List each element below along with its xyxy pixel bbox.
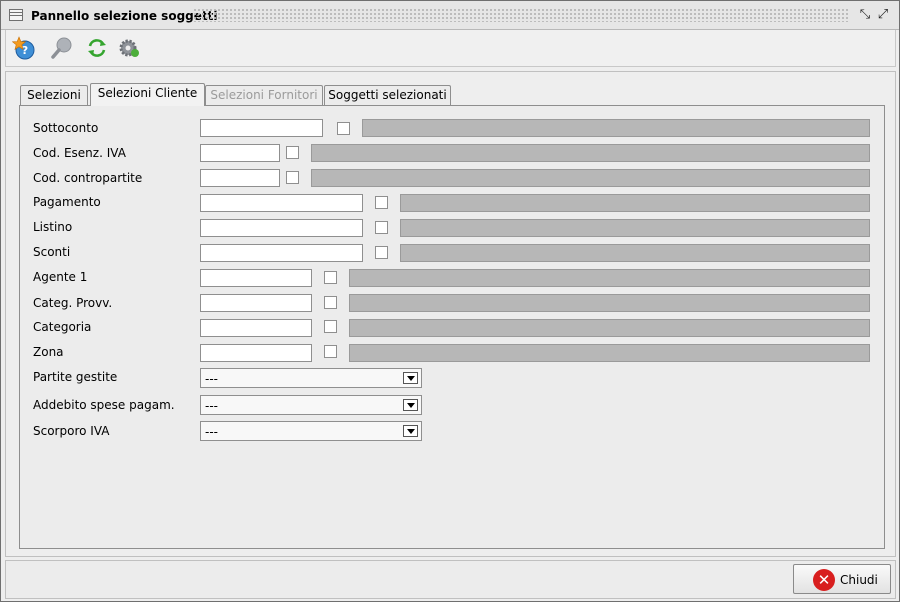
footer-bar: ✕ Chiudi — [5, 560, 896, 599]
main-area: Selezioni Selezioni Cliente Selezioni Fo… — [5, 71, 896, 557]
pagamento-label: Pagamento — [33, 195, 101, 209]
sottoconto-checkbox[interactable] — [337, 122, 350, 135]
categoria-description — [349, 319, 870, 337]
scorporo-iva-select[interactable]: --- — [200, 421, 422, 441]
sconti-checkbox[interactable] — [375, 246, 388, 259]
close-button-label: Chiudi — [840, 573, 878, 587]
pagamento-input[interactable] — [200, 194, 363, 212]
sottoconto-description — [362, 119, 870, 137]
tab-soggetti-selezionati[interactable]: Soggetti selezionati — [324, 85, 451, 105]
main-window: Pannello selezione soggetti ⤡ ⤢ ? Selezi… — [0, 0, 900, 602]
sottoconto-label: Sottoconto — [33, 121, 99, 135]
chevron-down-icon[interactable] — [403, 399, 418, 411]
toolbar: ? — [5, 30, 896, 67]
sconti-input[interactable] — [200, 244, 363, 262]
addebito-spese-pagam-label: Addebito spese pagam. — [33, 398, 175, 412]
agente-1-label: Agente 1 — [33, 270, 88, 284]
sottoconto-input[interactable] — [200, 119, 323, 137]
zona-input[interactable] — [200, 344, 312, 362]
chevron-down-icon[interactable] — [403, 425, 418, 437]
window-icon — [9, 9, 23, 21]
listino-checkbox[interactable] — [375, 221, 388, 234]
scorporo-iva-label: Scorporo IVA — [33, 424, 110, 438]
partite-gestite-label: Partite gestite — [33, 370, 118, 384]
addebito-spese-pagam-select[interactable]: --- — [200, 395, 422, 415]
cod-contropartite-input[interactable] — [200, 169, 280, 187]
categoria-input[interactable] — [200, 319, 312, 337]
cod-contropartite-description — [311, 169, 870, 187]
categ-provv-input[interactable] — [200, 294, 312, 312]
title-bar[interactable]: Pannello selezione soggetti ⤡ ⤢ — [1, 1, 899, 30]
categ-provv-description — [349, 294, 870, 312]
help-star-icon[interactable]: ? — [12, 36, 36, 60]
svg-text:?: ? — [22, 44, 28, 57]
maximize-icon[interactable]: ⤢ — [876, 8, 890, 22]
categoria-checkbox[interactable] — [324, 320, 337, 333]
sconti-description — [400, 244, 870, 262]
close-button[interactable]: ✕ Chiudi — [793, 564, 891, 594]
chevron-down-icon[interactable] — [403, 372, 418, 384]
cod-contropartite-checkbox[interactable] — [286, 171, 299, 184]
partite-gestite-select[interactable]: --- — [200, 368, 422, 388]
listino-label: Listino — [33, 220, 73, 234]
agente-1-checkbox[interactable] — [324, 271, 337, 284]
cod-esenz-iva-description — [311, 144, 870, 162]
cod-esenz-iva-input[interactable] — [200, 144, 280, 162]
agente-1-description — [349, 269, 870, 287]
listino-description — [400, 219, 870, 237]
search-icon[interactable] — [50, 36, 74, 60]
tab-selezioni-cliente[interactable]: Selezioni Cliente — [90, 83, 205, 106]
pagamento-description — [400, 194, 870, 212]
tab-selezioni[interactable]: Selezioni — [20, 85, 88, 105]
refresh-icon[interactable] — [85, 36, 109, 60]
zona-description — [349, 344, 870, 362]
cod-esenz-iva-checkbox[interactable] — [286, 146, 299, 159]
close-icon: ✕ — [813, 569, 835, 591]
categ-provv-label: Categ. Provv. — [33, 296, 113, 310]
settings-gear-icon[interactable] — [117, 36, 141, 60]
tab-selezioni-fornitori: Selezioni Fornitori — [205, 85, 323, 105]
window-title: Pannello selezione soggetti — [31, 9, 218, 23]
restore-icon[interactable]: ⤡ — [858, 8, 872, 22]
title-bar-grip — [193, 8, 849, 22]
categoria-label: Categoria — [33, 320, 92, 334]
selezioni-cliente-panel: Sottoconto Cod. Esenz. IVA Cod. contropa… — [19, 105, 885, 549]
pagamento-checkbox[interactable] — [375, 196, 388, 209]
listino-input[interactable] — [200, 219, 363, 237]
sconti-label: Sconti — [33, 245, 71, 259]
cod-esenz-iva-label: Cod. Esenz. IVA — [33, 146, 126, 160]
zona-label: Zona — [33, 345, 64, 359]
partite-gestite-value: --- — [205, 372, 218, 386]
zona-checkbox[interactable] — [324, 345, 337, 358]
categ-provv-checkbox[interactable] — [324, 296, 337, 309]
cod-contropartite-label: Cod. contropartite — [33, 171, 143, 185]
agente-1-input[interactable] — [200, 269, 312, 287]
addebito-spese-pagam-value: --- — [205, 399, 218, 413]
scorporo-iva-value: --- — [205, 425, 218, 439]
